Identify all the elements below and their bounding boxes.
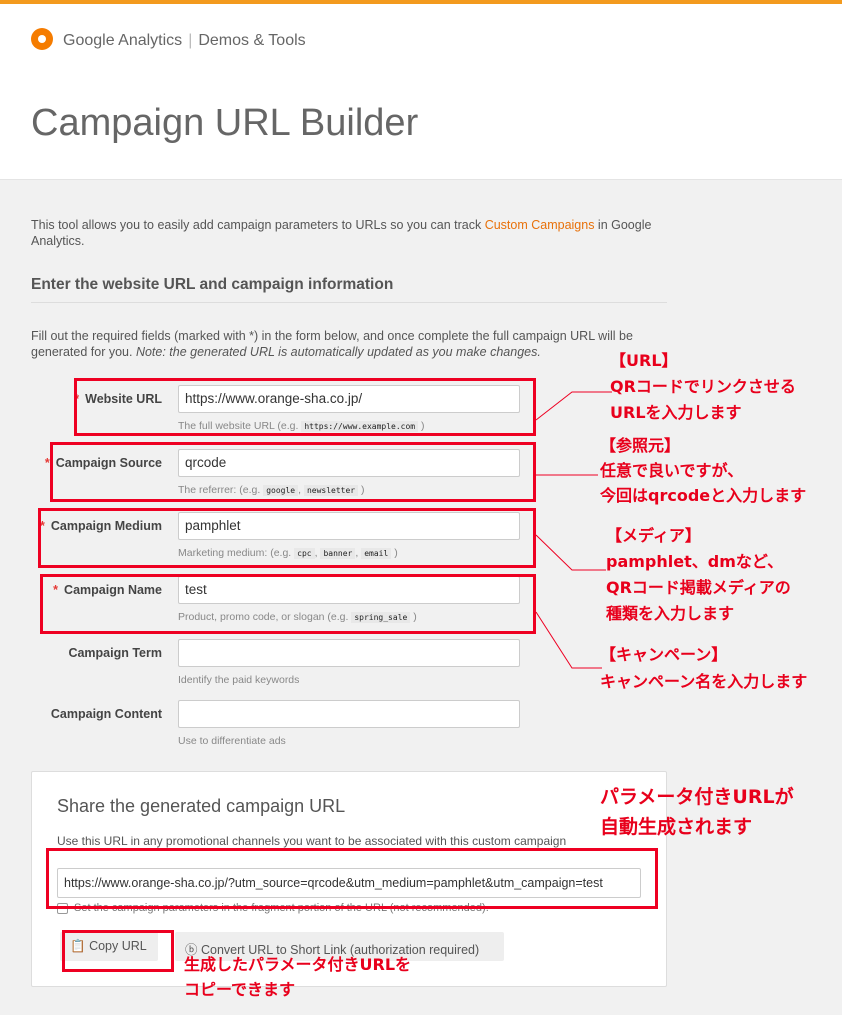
annotation-medium: pamphlet、dmなど、 [606, 552, 784, 571]
annotation-leader-lines [535, 391, 612, 669]
annotation-copy: コピーできます [184, 980, 296, 999]
annotation-url: 【URL】 [610, 351, 678, 370]
annotation-url: QRコードでリンクさせる [610, 377, 796, 396]
annotation-source: 任意で良いですが、 [600, 461, 744, 480]
annotation-generated: パラメータ付きURLが [600, 786, 794, 808]
annotation-source: 今回はqrcodeと入力します [600, 486, 807, 505]
annotation-copy: 生成したパラメータ付きURLを [184, 955, 412, 974]
annotation-medium: QRコード掲載メディアの [606, 578, 791, 597]
annotation-url: URLを入力します [610, 403, 742, 422]
annotation-generated: 自動生成されます [600, 816, 753, 838]
annotation-name: 【キャンペーン】 [600, 645, 728, 664]
annotation-name: キャンペーン名を入力します [600, 672, 808, 691]
annotation-medium: 【メディア】 [606, 526, 701, 545]
annotation-source: 【参照元】 [600, 436, 681, 455]
annotation-medium: 種類を入力します [606, 604, 735, 623]
